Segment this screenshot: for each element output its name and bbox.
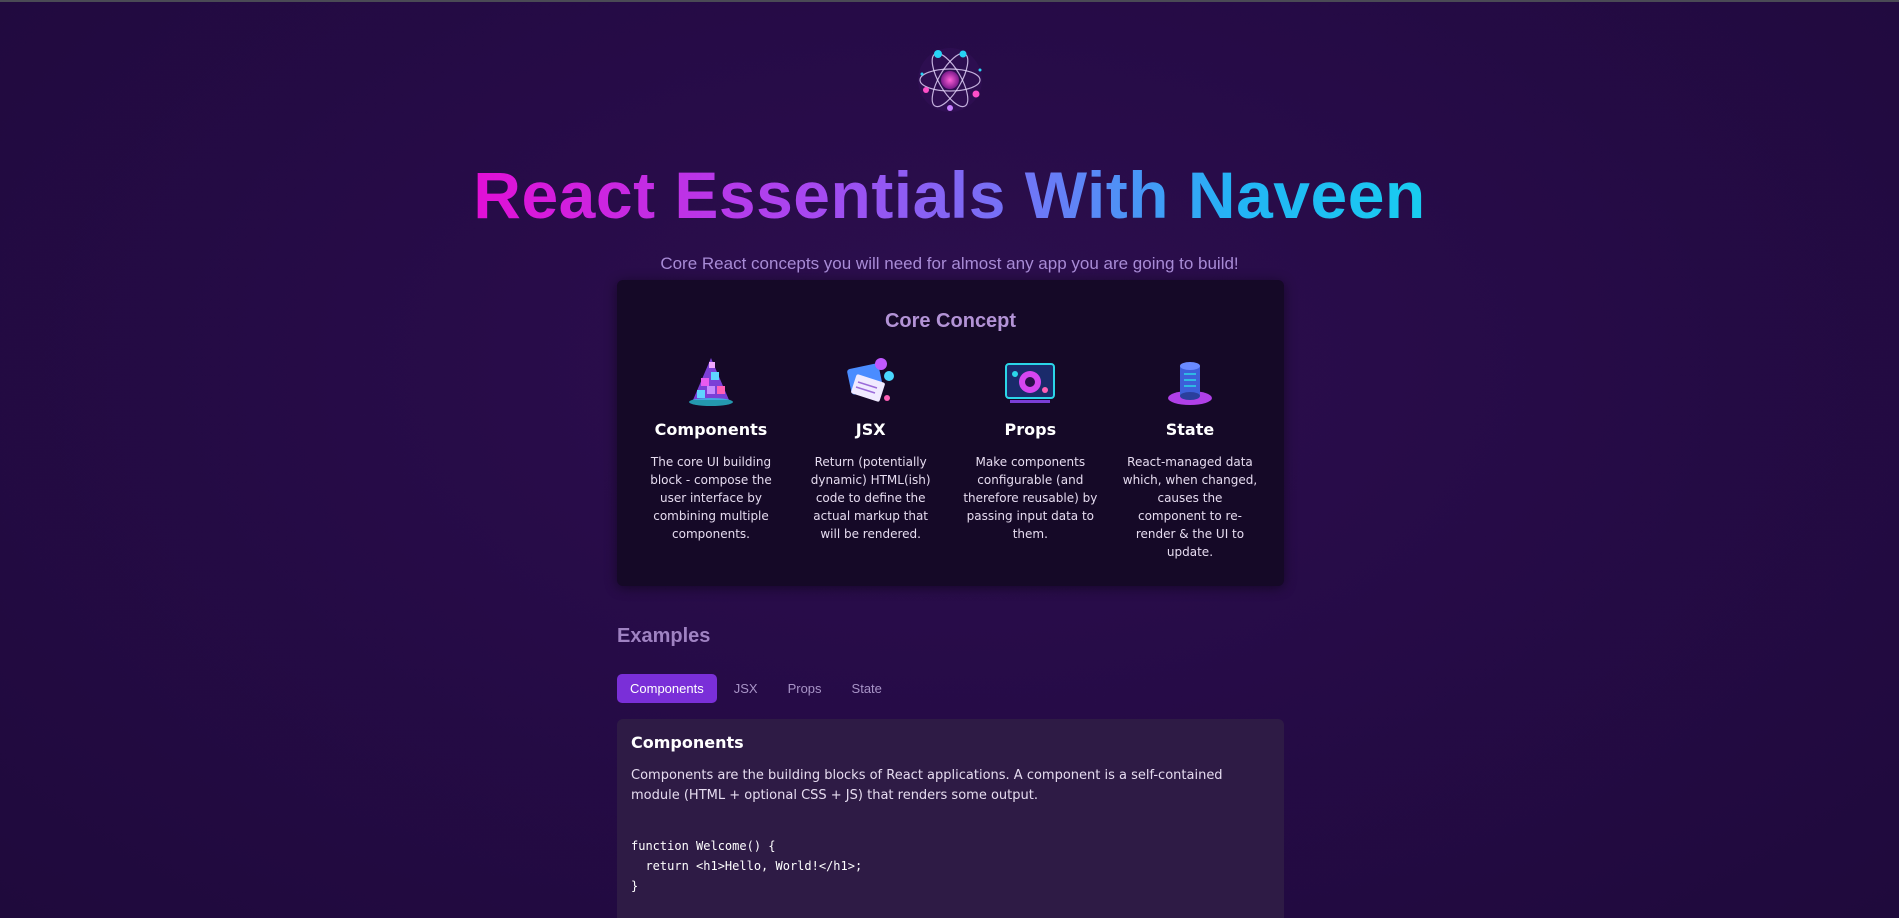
page-title: React Essentials With Naveen: [473, 158, 1426, 232]
concept-title: JSX: [855, 420, 886, 439]
concept-title: State: [1165, 420, 1215, 439]
tab-components[interactable]: Components: [617, 674, 717, 703]
examples-tab-bar: Components JSX Props State: [617, 674, 1284, 703]
example-description: Components are the building blocks of Re…: [631, 768, 1223, 803]
example-code-block: function Welcome() { return <h1>Hello, W…: [631, 839, 863, 893]
concept-card-props: Props Make components configurable (and …: [962, 352, 1098, 561]
tab-state[interactable]: State: [839, 674, 895, 703]
state-icon: [1167, 362, 1212, 405]
concept-title: Props: [1004, 420, 1057, 439]
tab-jsx[interactable]: JSX: [721, 674, 771, 703]
page-header: React Essentials With Naveen Core React …: [0, 40, 1899, 274]
components-icon: [689, 358, 733, 406]
core-concepts-list: Components The core UI building block - …: [617, 352, 1284, 561]
example-tab-content: Components Components are the building b…: [617, 719, 1284, 918]
examples-heading: Examples: [617, 625, 711, 647]
concept-card-state: State React-managed data which, when cha…: [1122, 352, 1258, 561]
tab-props[interactable]: Props: [775, 674, 835, 703]
core-concepts-heading: Core Concept: [884, 310, 1017, 332]
concept-title: Components: [654, 420, 768, 439]
window-top-border: [0, 0, 1899, 2]
example-title: Components: [631, 733, 744, 752]
concept-description: React-managed data which, when changed, …: [1122, 455, 1258, 559]
jsx-icon: [846, 358, 894, 402]
concept-card-components: Components The core UI building block - …: [643, 352, 779, 561]
props-icon: [1005, 363, 1056, 403]
concept-description: Make components configurable (and theref…: [963, 455, 1098, 541]
concept-description: Return (potentially dynamic) HTML(ish) c…: [810, 455, 931, 541]
react-atom-icon: [917, 48, 982, 112]
core-concepts-panel: Core Concept Components The core UI buil…: [617, 280, 1284, 586]
concept-description: The core UI building block - compose the…: [650, 455, 772, 541]
examples-section: Examples Components JSX Props State: [617, 625, 1284, 719]
page-subtitle: Core React concepts you will need for al…: [660, 254, 1239, 273]
concept-card-jsx: JSX Return (potentially dynamic) HTML(is…: [803, 352, 939, 561]
